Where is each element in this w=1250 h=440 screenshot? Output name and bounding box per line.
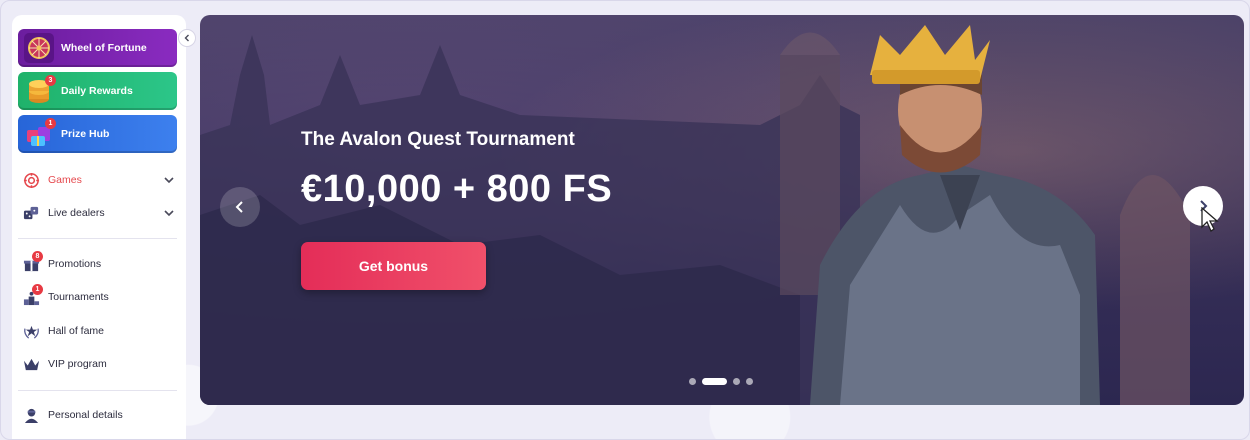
games-icon: [22, 171, 40, 189]
tournaments-badge: 1: [32, 284, 43, 295]
sidebar-item-tournaments[interactable]: 1 Tournaments: [22, 284, 177, 308]
sidebar-item-live-dealers[interactable]: Live dealers: [22, 202, 177, 224]
carousel-dot-active[interactable]: [702, 378, 727, 385]
daily-rewards-badge: 3: [45, 75, 56, 86]
sidebar-divider: [18, 238, 177, 239]
laurel-icon: [22, 322, 40, 340]
banner-title: The Avalon Quest Tournament: [301, 129, 575, 150]
wheel-icon: [24, 33, 54, 63]
sidebar-item-games[interactable]: Games: [22, 169, 177, 191]
chevron-down-icon[interactable]: [163, 174, 175, 186]
crown-icon: [22, 355, 40, 373]
dice-icon: [22, 204, 40, 222]
sidebar-item-label: Promotions: [48, 258, 102, 270]
sidebar-item-label: Tournaments: [48, 291, 109, 303]
promo-card-label: Prize Hub: [61, 128, 110, 140]
sidebar-item-label: Hall of fame: [48, 325, 105, 337]
chevron-down-icon[interactable]: [163, 207, 175, 219]
carousel-dot[interactable]: [689, 378, 696, 385]
hero-banner[interactable]: The Avalon Quest Tournament €10,000 + 80…: [200, 15, 1244, 405]
sidebar-item-label: Games: [48, 174, 82, 186]
banner-prize-amount: €10,000 + 800 FS: [301, 168, 613, 210]
user-icon: [22, 406, 40, 424]
gift-icon: 8: [22, 251, 43, 273]
prize-hub-badge: 1: [45, 118, 56, 129]
get-bonus-button[interactable]: Get bonus: [301, 242, 486, 290]
podium-icon: 1: [22, 284, 43, 306]
sidebar-item-promotions[interactable]: 8 Promotions: [22, 251, 177, 275]
prize-hub-card[interactable]: 1 Prize Hub: [18, 115, 177, 153]
daily-rewards-card[interactable]: 3 Daily Rewards: [18, 72, 177, 110]
carousel-pagination: [689, 378, 753, 385]
promo-card-label: Wheel of Fortune: [61, 42, 147, 54]
carousel-dot[interactable]: [746, 378, 753, 385]
sidebar-item-hall-of-fame[interactable]: Hall of fame: [22, 320, 177, 342]
chevron-left-icon: [235, 201, 243, 213]
carousel-dot[interactable]: [733, 378, 740, 385]
sidebar-item-label: Live dealers: [48, 207, 105, 219]
sidebar-item-vip-program[interactable]: VIP program: [22, 353, 177, 375]
carousel-prev-button[interactable]: [220, 187, 260, 227]
sidebar-divider: [18, 390, 177, 391]
sidebar-item-personal-details[interactable]: Personal details: [22, 404, 177, 426]
promo-card-label: Daily Rewards: [61, 85, 133, 97]
mouse-cursor-icon: [1201, 207, 1219, 232]
promotions-badge: 8: [32, 251, 43, 262]
page-frame: Wheel of Fortune 3 Daily Rewards 1 Prize…: [0, 0, 1250, 440]
sidebar-collapse-button[interactable]: [178, 29, 196, 47]
sidebar-item-label: Personal details: [48, 409, 123, 421]
sidebar-item-label: VIP program: [48, 358, 107, 370]
chevron-left-icon: [184, 34, 189, 42]
wheel-of-fortune-card[interactable]: Wheel of Fortune: [18, 29, 177, 67]
sidebar: Wheel of Fortune 3 Daily Rewards 1 Prize…: [12, 15, 186, 439]
